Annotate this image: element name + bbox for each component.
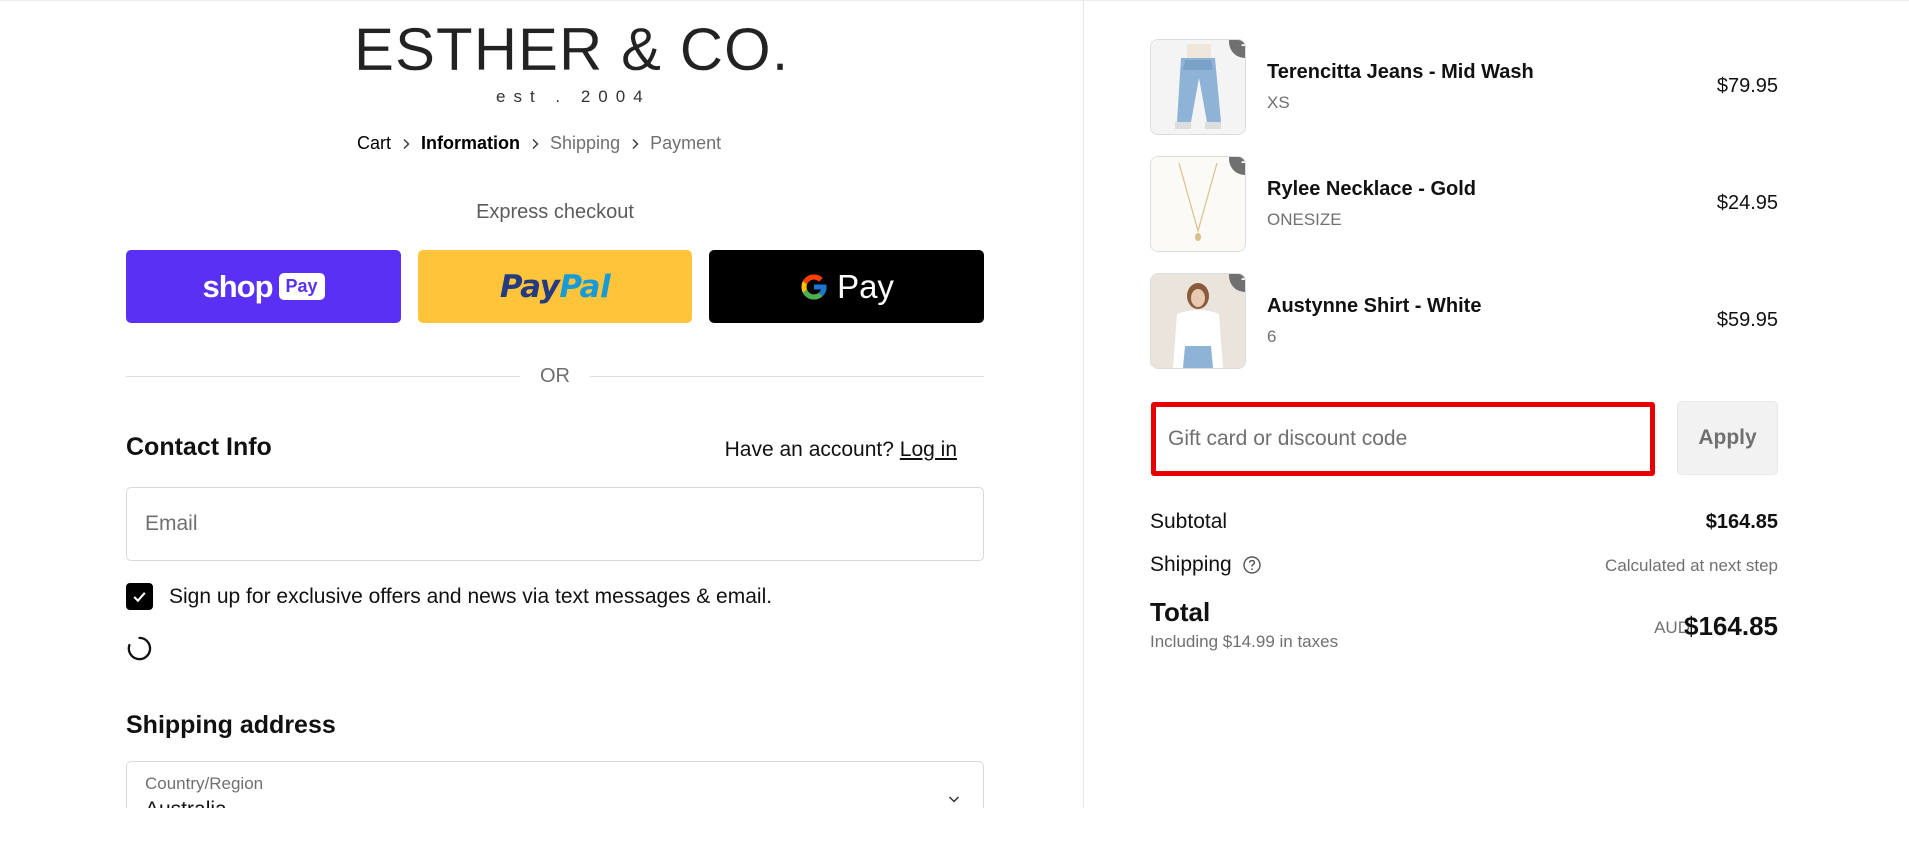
- shipping-value: Calculated at next step: [1605, 556, 1778, 575]
- line-item: 1 Austynne Shirt - White 6 $59.95: [1150, 273, 1778, 369]
- account-prompt-text: Have an account?: [724, 438, 894, 461]
- chevron-down-icon: [948, 796, 960, 803]
- discount-code-input[interactable]: [1151, 402, 1655, 476]
- item-name: Austynne Shirt - White: [1267, 295, 1482, 317]
- breadcrumb-shipping: Shipping: [550, 133, 621, 153]
- express-checkout-label: Express checkout: [476, 201, 634, 223]
- shipping-address-heading: Shipping address: [126, 711, 336, 739]
- offers-checkbox-label[interactable]: Sign up for exclusive offers and news vi…: [169, 585, 772, 609]
- country-region-value: Australia: [145, 798, 965, 808]
- breadcrumb-information: Information: [421, 133, 521, 153]
- checkout-page: ESTHER & CO. est . 2004 Cart Information…: [0, 0, 1909, 808]
- loading-spinner-icon: [127, 636, 152, 661]
- google-g-icon: [801, 274, 827, 299]
- brand-logo[interactable]: ESTHER & CO.: [354, 15, 789, 85]
- breadcrumb-cart[interactable]: Cart: [357, 133, 391, 154]
- product-thumbnail: 1: [1150, 156, 1246, 252]
- tax-note: Including $14.99 in taxes: [1150, 632, 1339, 651]
- brand-tagline: est . 2004: [496, 87, 651, 106]
- chevron-right-icon: [391, 138, 421, 150]
- offers-checkbox[interactable]: [126, 583, 153, 610]
- divider-line: [590, 376, 984, 377]
- product-thumbnail: 1: [1150, 39, 1246, 135]
- shop-pay-badge: Pay: [278, 273, 325, 300]
- page-bottom-area: [0, 808, 1909, 859]
- or-divider: OR: [126, 365, 984, 388]
- paypal-wordmark: PayPal: [499, 268, 611, 305]
- paypal-button[interactable]: PayPal: [418, 250, 692, 323]
- login-link[interactable]: Log in: [900, 438, 957, 461]
- email-field[interactable]: [126, 487, 984, 561]
- necklace-photo-icon: [1151, 157, 1245, 251]
- order-summary-column: 1 Terencitta Jeans - Mid Wash XS $79.95 …: [1085, 1, 1909, 808]
- chevron-right-icon: [620, 138, 650, 150]
- product-thumbnail: 1: [1150, 273, 1246, 369]
- item-variant: XS: [1267, 93, 1290, 112]
- subtotal-value: $164.85: [1705, 511, 1778, 533]
- or-label: OR: [540, 365, 570, 387]
- country-region-select[interactable]: Country/Region Australia: [126, 761, 984, 808]
- paypal-wordmark-part1: Pay: [499, 268, 560, 305]
- chevron-right-icon: [520, 138, 550, 150]
- item-variant: ONESIZE: [1267, 210, 1342, 229]
- jeans-photo-icon: [1151, 40, 1245, 134]
- item-price: $79.95: [1716, 75, 1778, 97]
- checkout-main-column: ESTHER & CO. est . 2004 Cart Information…: [0, 1, 1084, 808]
- subtotal-label: Subtotal: [1150, 510, 1228, 533]
- shirt-photo-icon: [1151, 274, 1245, 368]
- item-name: Rylee Necklace - Gold: [1267, 178, 1476, 200]
- breadcrumb: Cart Information Shipping Payment: [357, 133, 721, 154]
- contact-info-heading: Contact Info: [126, 433, 272, 461]
- paypal-wordmark-part2: Pal: [559, 268, 611, 305]
- google-pay-button[interactable]: Pay: [709, 250, 984, 323]
- account-prompt: Have an account? Log in: [725, 438, 957, 462]
- item-price: $24.95: [1716, 192, 1778, 214]
- shipping-label: Shipping: [1150, 553, 1232, 576]
- shipping-row-label: Shipping: [1150, 553, 1262, 577]
- item-name: Terencitta Jeans - Mid Wash: [1267, 61, 1534, 83]
- shop-pay-wordmark: shop: [202, 268, 273, 304]
- item-variant: 6: [1267, 327, 1277, 346]
- help-circle-icon[interactable]: [1242, 555, 1262, 575]
- google-pay-wordmark: Pay: [837, 267, 894, 305]
- total-label: Total: [1150, 597, 1211, 627]
- country-region-label: Country/Region: [145, 774, 264, 793]
- item-price: $59.95: [1716, 309, 1778, 331]
- shop-pay-button[interactable]: shop Pay: [126, 250, 401, 323]
- apply-discount-button[interactable]: Apply: [1677, 401, 1778, 475]
- line-item: 1 Terencitta Jeans - Mid Wash XS $79.95: [1150, 39, 1778, 135]
- check-icon: [133, 592, 146, 603]
- line-item: 1 Rylee Necklace - Gold ONESIZE $24.95: [1150, 156, 1778, 252]
- divider-line: [126, 376, 520, 377]
- breadcrumb-payment: Payment: [650, 133, 722, 153]
- total-value: $164.85: [1684, 611, 1778, 641]
